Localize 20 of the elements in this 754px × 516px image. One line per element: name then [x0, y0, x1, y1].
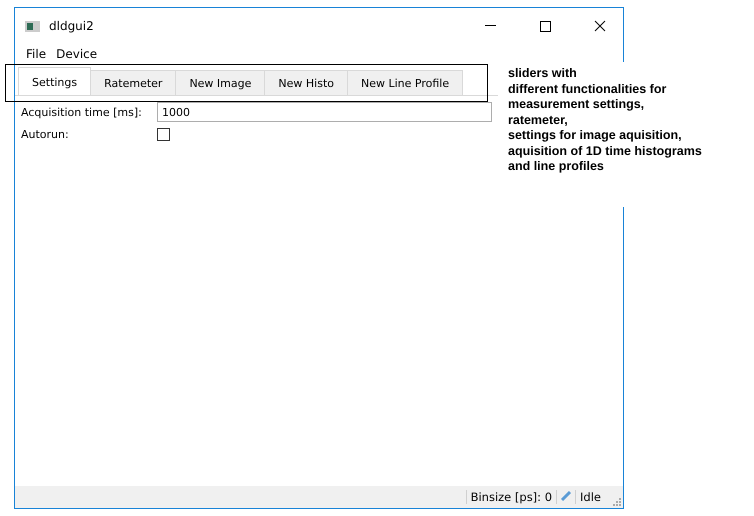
connection-icon — [561, 491, 572, 501]
tab[interactable]: Settings — [18, 67, 92, 95]
input-field[interactable]: 1000 — [157, 102, 492, 122]
tab[interactable]: Ratemeter — [90, 70, 176, 95]
menu-item[interactable]: Device — [51, 47, 102, 61]
tab[interactable]: New Histo — [264, 70, 348, 95]
app-icon — [25, 20, 40, 32]
field-label: Autorun: — [21, 128, 70, 141]
close-icon — [594, 20, 606, 32]
tab[interactable]: New Image — [175, 70, 266, 95]
checkbox[interactable] — [157, 128, 170, 141]
field-label: Acquisition time [ms]: — [21, 106, 143, 118]
status-text: Idle — [575, 490, 605, 504]
minimize-icon — [484, 25, 496, 27]
menu-item[interactable]: File — [21, 47, 52, 61]
window-title: dldgui2 — [49, 19, 95, 33]
tab[interactable]: New Line Profile — [346, 70, 464, 95]
resize-grip-icon — [611, 496, 621, 506]
maximize-icon — [540, 20, 550, 32]
binsize-label: Binsize [ps]: 0 — [466, 490, 556, 504]
